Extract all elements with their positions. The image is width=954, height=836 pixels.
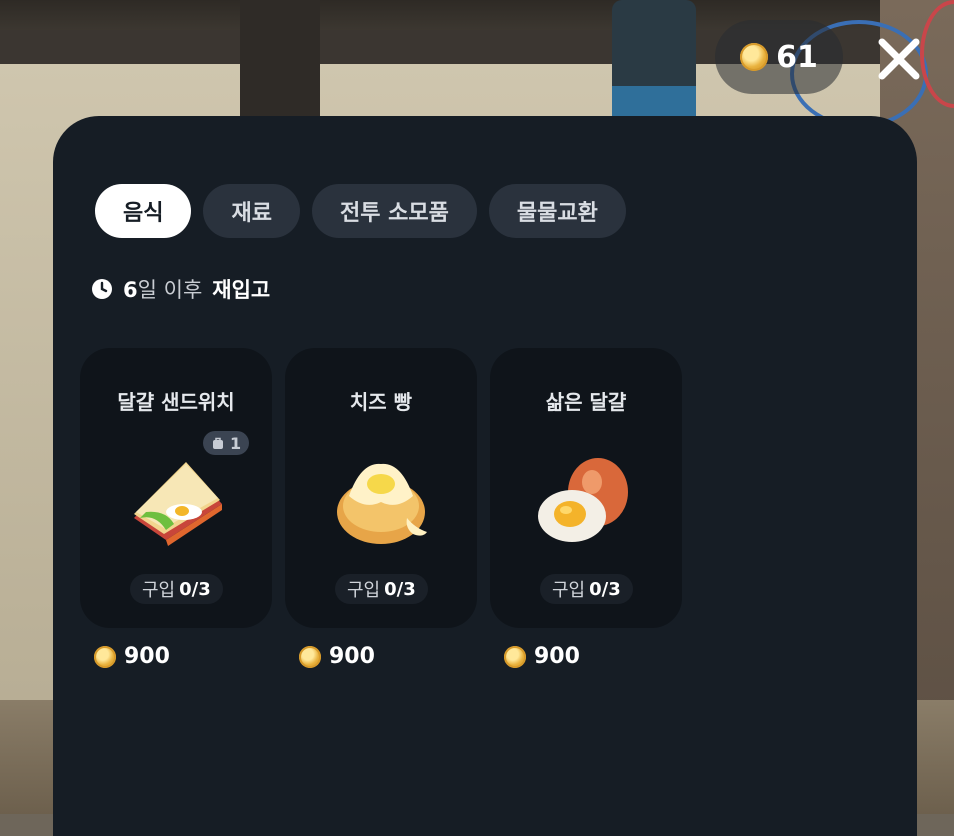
purchase-count: 0/3 — [384, 578, 416, 600]
item-name: 치즈 빵 — [349, 390, 413, 414]
gold-coin-icon — [504, 645, 526, 668]
item-slot: 삶은 달걀 구입 0/3 900 — [490, 348, 682, 669]
restock-timer: 6일 이후 재입고 — [91, 274, 270, 304]
purchase-limit: 구입 0/3 — [335, 574, 428, 604]
owned-count-badge: 1 — [203, 431, 250, 455]
restock-label: 재입고 — [212, 278, 271, 302]
owned-count: 1 — [230, 433, 242, 453]
tab-ingredients[interactable]: 재료 — [203, 184, 300, 238]
tab-barter[interactable]: 물물교환 — [488, 184, 626, 238]
item-slot: 달걀 샌드위치 1 구입 0/3 900 — [80, 348, 272, 669]
item-name: 삶은 달걀 — [545, 390, 627, 414]
item-price: 900 — [504, 644, 682, 669]
boiled-egg-icon — [538, 458, 628, 542]
close-icon — [878, 38, 920, 80]
clock-icon — [92, 279, 112, 299]
purchase-label: 구입 — [142, 580, 176, 601]
item-slot: 치즈 빵 구입 0/3 900 — [285, 348, 477, 669]
purchase-count: 0/3 — [179, 578, 211, 600]
restock-days: 6 — [123, 278, 138, 302]
purchase-count: 0/3 — [589, 578, 621, 600]
item-card-boiled-egg[interactable]: 삶은 달걀 구입 0/3 — [490, 348, 682, 628]
tab-battle-consumables[interactable]: 전투 소모품 — [311, 184, 477, 238]
shop-tabs: 음식 재료 전투 소모품 물물교환 — [95, 184, 626, 238]
price-value: 900 — [329, 644, 375, 669]
cheese-bread-icon — [337, 463, 427, 544]
purchase-label: 구입 — [347, 580, 381, 601]
item-card-egg-sandwich[interactable]: 달걀 샌드위치 1 구입 0/3 — [80, 348, 272, 628]
item-card-cheese-bread[interactable]: 치즈 빵 구입 0/3 — [285, 348, 477, 628]
item-price: 900 — [94, 644, 272, 669]
currency-amount: 61 — [776, 39, 818, 75]
purchase-label: 구입 — [552, 580, 586, 601]
gold-coin-icon — [94, 645, 116, 668]
price-value: 900 — [534, 644, 580, 669]
restock-unit: 일 이후 — [137, 278, 203, 302]
currency-display: 61 — [715, 20, 843, 94]
price-value: 900 — [124, 644, 170, 669]
purchase-limit: 구입 0/3 — [540, 574, 633, 604]
bag-icon — [213, 437, 223, 449]
close-button[interactable] — [872, 32, 926, 86]
item-grid: 달걀 샌드위치 1 구입 0/3 900 치즈 빵 구입 0/3 900 삶은 … — [80, 348, 682, 669]
tab-food[interactable]: 음식 — [95, 184, 192, 238]
gold-coin-icon — [299, 645, 321, 668]
gold-coin-icon — [740, 43, 769, 71]
sandwich-icon — [134, 462, 222, 546]
shop-panel: 음식 재료 전투 소모품 물물교환 6일 이후 재입고 달걀 샌드위치 1 구입… — [53, 116, 917, 836]
item-price: 900 — [299, 644, 477, 669]
item-name: 달걀 샌드위치 — [117, 390, 235, 414]
purchase-limit: 구입 0/3 — [130, 574, 223, 604]
